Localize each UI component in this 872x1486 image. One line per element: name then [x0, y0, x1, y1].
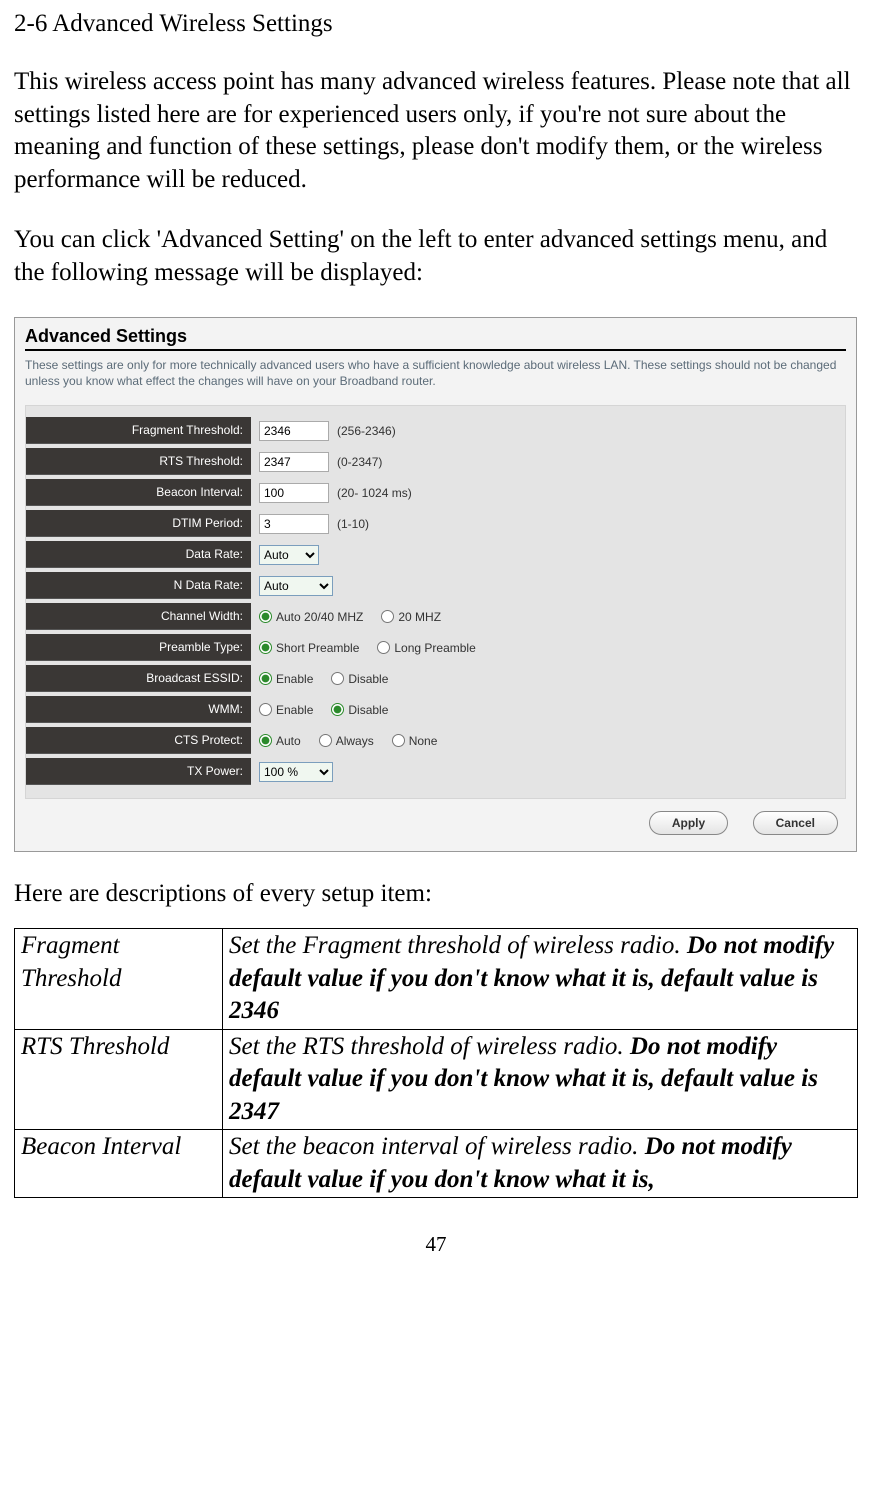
- setting-name-cell: RTS Threshold: [15, 1029, 223, 1130]
- label-dtim-period: DTIM Period:: [26, 510, 251, 537]
- row-data-rate: Data Rate: Auto: [26, 540, 835, 569]
- label-channel-width: Channel Width:: [26, 603, 251, 630]
- label-wmm: WMM:: [26, 696, 251, 723]
- n-data-rate-select[interactable]: Auto: [259, 576, 333, 596]
- panel-description: These settings are only for more technic…: [25, 357, 846, 389]
- cts-auto-option[interactable]: Auto: [259, 734, 301, 748]
- wmm-enable-radio[interactable]: [259, 703, 272, 716]
- settings-form: Fragment Threshold: (256-2346) RTS Thres…: [25, 405, 846, 799]
- intro-paragraph-1: This wireless access point has many adva…: [14, 66, 858, 196]
- label-n-data-rate: N Data Rate:: [26, 572, 251, 599]
- preamble-long-label: Long Preamble: [394, 641, 475, 655]
- rts-threshold-input[interactable]: [259, 452, 329, 472]
- data-rate-select[interactable]: Auto: [259, 545, 319, 565]
- intro-paragraph-2: You can click 'Advanced Setting' on the …: [14, 224, 858, 289]
- label-preamble-type: Preamble Type:: [26, 634, 251, 661]
- row-cts-protect: CTS Protect: Auto Always None: [26, 726, 835, 755]
- row-beacon-interval: Beacon Interval: (20- 1024 ms): [26, 478, 835, 507]
- broadcast-disable-label: Disable: [348, 672, 388, 686]
- desc-plain: Set the Fragment threshold of wireless r…: [229, 932, 687, 959]
- preamble-short-option[interactable]: Short Preamble: [259, 641, 359, 655]
- router-ui-screenshot: Advanced Settings These settings are onl…: [14, 317, 857, 852]
- table-row: Fragment Threshold Set the Fragment thre…: [15, 929, 858, 1030]
- cts-none-option[interactable]: None: [392, 734, 438, 748]
- table-row: Beacon Interval Set the beacon interval …: [15, 1130, 858, 1198]
- channel-width-auto-option[interactable]: Auto 20/40 MHZ: [259, 610, 363, 624]
- fragment-threshold-input[interactable]: [259, 421, 329, 441]
- desc-plain: Set the beacon interval of wireless radi…: [229, 1133, 645, 1160]
- wmm-disable-option[interactable]: Disable: [331, 703, 388, 717]
- label-beacon-interval: Beacon Interval:: [26, 479, 251, 506]
- cts-none-radio[interactable]: [392, 734, 405, 747]
- row-wmm: WMM: Enable Disable: [26, 695, 835, 724]
- broadcast-disable-option[interactable]: Disable: [331, 672, 388, 686]
- row-rts-threshold: RTS Threshold: (0-2347): [26, 447, 835, 476]
- preamble-long-radio[interactable]: [377, 641, 390, 654]
- channel-width-20-radio[interactable]: [381, 610, 394, 623]
- desc-plain: Set the RTS threshold of wireless radio.: [229, 1033, 630, 1060]
- document-page: 2-6 Advanced Wireless Settings This wire…: [0, 0, 872, 1277]
- channel-width-auto-radio[interactable]: [259, 610, 272, 623]
- settings-description-table: Fragment Threshold Set the Fragment thre…: [14, 928, 858, 1198]
- broadcast-enable-radio[interactable]: [259, 672, 272, 685]
- row-n-data-rate: N Data Rate: Auto: [26, 571, 835, 600]
- tx-power-select[interactable]: 100 %: [259, 762, 333, 782]
- channel-width-20-label: 20 MHZ: [398, 610, 441, 624]
- row-preamble-type: Preamble Type: Short Preamble Long Pream…: [26, 633, 835, 662]
- label-broadcast-essid: Broadcast ESSID:: [26, 665, 251, 692]
- setting-name-cell: Beacon Interval: [15, 1130, 223, 1198]
- preamble-short-radio[interactable]: [259, 641, 272, 654]
- section-title: 2-6 Advanced Wireless Settings: [14, 10, 858, 38]
- label-data-rate: Data Rate:: [26, 541, 251, 568]
- broadcast-disable-radio[interactable]: [331, 672, 344, 685]
- setting-name-cell: Fragment Threshold: [15, 929, 223, 1030]
- row-tx-power: TX Power: 100 %: [26, 757, 835, 786]
- cts-always-radio[interactable]: [319, 734, 332, 747]
- setting-desc-cell: Set the Fragment threshold of wireless r…: [223, 929, 858, 1030]
- label-tx-power: TX Power:: [26, 758, 251, 785]
- dtim-period-input[interactable]: [259, 514, 329, 534]
- row-dtim-period: DTIM Period: (1-10): [26, 509, 835, 538]
- row-channel-width: Channel Width: Auto 20/40 MHZ 20 MHZ: [26, 602, 835, 631]
- fragment-threshold-hint: (256-2346): [333, 424, 396, 438]
- wmm-enable-option[interactable]: Enable: [259, 703, 313, 717]
- label-rts-threshold: RTS Threshold:: [26, 448, 251, 475]
- panel-title: Advanced Settings: [25, 326, 846, 351]
- cts-always-label: Always: [336, 734, 374, 748]
- cancel-button[interactable]: Cancel: [753, 811, 838, 835]
- cts-auto-label: Auto: [276, 734, 301, 748]
- beacon-interval-hint: (20- 1024 ms): [333, 486, 412, 500]
- broadcast-enable-label: Enable: [276, 672, 313, 686]
- row-broadcast-essid: Broadcast ESSID: Enable Disable: [26, 664, 835, 693]
- cts-auto-radio[interactable]: [259, 734, 272, 747]
- setting-desc-cell: Set the beacon interval of wireless radi…: [223, 1130, 858, 1198]
- wmm-disable-radio[interactable]: [331, 703, 344, 716]
- preamble-long-option[interactable]: Long Preamble: [377, 641, 475, 655]
- label-fragment-threshold: Fragment Threshold:: [26, 417, 251, 444]
- table-intro: Here are descriptions of every setup ite…: [14, 880, 858, 908]
- apply-button[interactable]: Apply: [649, 811, 728, 835]
- preamble-short-label: Short Preamble: [276, 641, 359, 655]
- dtim-period-hint: (1-10): [333, 517, 369, 531]
- page-number: 47: [14, 1232, 858, 1257]
- cts-none-label: None: [409, 734, 438, 748]
- cts-always-option[interactable]: Always: [319, 734, 374, 748]
- channel-width-20-option[interactable]: 20 MHZ: [381, 610, 441, 624]
- button-row: Apply Cancel: [25, 807, 846, 843]
- rts-threshold-hint: (0-2347): [333, 455, 382, 469]
- row-fragment-threshold: Fragment Threshold: (256-2346): [26, 416, 835, 445]
- channel-width-auto-label: Auto 20/40 MHZ: [276, 610, 363, 624]
- wmm-disable-label: Disable: [348, 703, 388, 717]
- wmm-enable-label: Enable: [276, 703, 313, 717]
- table-row: RTS Threshold Set the RTS threshold of w…: [15, 1029, 858, 1130]
- label-cts-protect: CTS Protect:: [26, 727, 251, 754]
- broadcast-enable-option[interactable]: Enable: [259, 672, 313, 686]
- setting-desc-cell: Set the RTS threshold of wireless radio.…: [223, 1029, 858, 1130]
- beacon-interval-input[interactable]: [259, 483, 329, 503]
